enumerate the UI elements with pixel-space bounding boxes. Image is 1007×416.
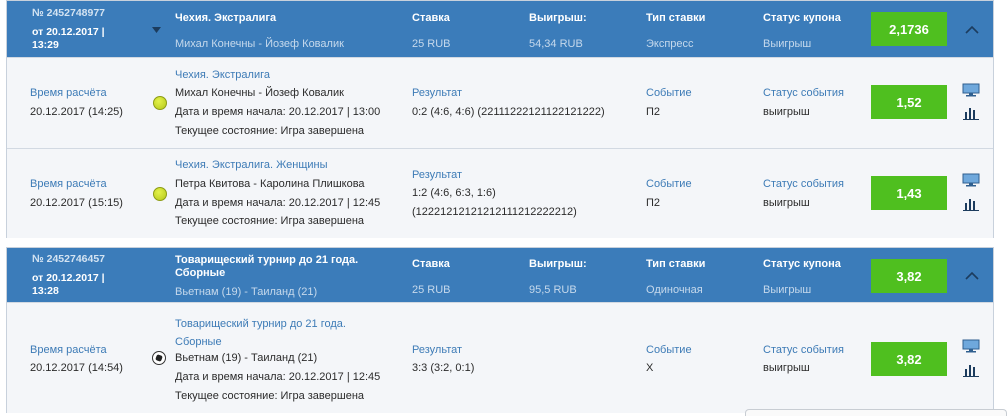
- bottom-panel-edge: [745, 409, 1007, 416]
- event-state: Текущее состояние: Игра завершена: [175, 215, 365, 227]
- monitor-icon[interactable]: [962, 173, 980, 187]
- event-label: Событие: [646, 87, 692, 99]
- caret-down-icon[interactable]: [152, 27, 161, 33]
- winnings-value: 54,34 RUB: [529, 38, 583, 50]
- event-state: Текущее состояние: Игра завершена: [175, 125, 365, 137]
- event-label: Событие: [646, 178, 692, 190]
- event-odds: 3,82: [871, 342, 947, 376]
- result-score: 1:2 (4:6, 6:3, 1:6): [412, 187, 496, 199]
- event-start-time: Дата и время начала: 20.12.2017 | 12:45: [175, 371, 381, 383]
- coupon-card: № 2452748977 от 20.12.2017 | 13:29 Чехия…: [6, 0, 994, 238]
- event-row: Время расчёта 20.12.2017 (15:15) Чехия. …: [7, 148, 993, 238]
- coupon-status-value: Выигрыш: [763, 38, 812, 50]
- statistics-icon[interactable]: [963, 363, 979, 377]
- statistics-icon[interactable]: [963, 106, 979, 120]
- event-status-label: Статус события: [763, 344, 844, 356]
- event-odds: 1,43: [871, 176, 947, 210]
- event-league[interactable]: Чехия. Экстралига: [175, 69, 270, 81]
- bet-type-value: Экспресс: [646, 38, 694, 50]
- collapse-button[interactable]: [953, 256, 991, 294]
- stake-value: 25 RUB: [412, 38, 451, 50]
- event-state: Текущее состояние: Игра завершена: [175, 390, 365, 402]
- coupon-number: № 2452748977: [32, 7, 106, 19]
- bet-type-label: Тип ставки: [646, 258, 706, 270]
- winnings-value: 95,5 RUB: [529, 284, 577, 296]
- bet-type-label: Тип ставки: [646, 12, 706, 24]
- event-status-value: выигрыш: [763, 106, 810, 118]
- result-score-detail: (12221212121212111212222212): [412, 206, 577, 218]
- event-label: Событие: [646, 344, 692, 356]
- chevron-up-icon: [965, 271, 979, 280]
- calc-time-value: 20.12.2017 (14:25): [30, 106, 123, 118]
- event-outcome: Х: [646, 362, 654, 374]
- winnings-label: Выигрыш:: [529, 12, 587, 24]
- coupon-odds: 2,1736: [871, 12, 947, 46]
- event-outcome: П2: [646, 106, 661, 118]
- result-label: Результат: [412, 87, 463, 99]
- event-status-label: Статус события: [763, 178, 844, 190]
- event-start-time: Дата и время начала: 20.12.2017 | 12:45: [175, 197, 381, 209]
- chevron-up-icon: [965, 25, 979, 34]
- coupon-date: от 20.12.2017 | 13:29: [32, 26, 105, 51]
- event-odds: 1,52: [871, 85, 947, 119]
- calc-time-label: Время расчёта: [30, 87, 107, 99]
- result-label: Результат: [412, 344, 463, 356]
- coupon-subtitle: Вьетнам (19) - Таиланд (21): [175, 286, 318, 298]
- coupon-status-label: Статус купона: [763, 258, 841, 270]
- event-row: Время расчёта 20.12.2017 (14:25) Чехия. …: [7, 57, 993, 148]
- event-outcome: П2: [646, 197, 661, 209]
- event-match: Петра Квитова - Каролина Плишкова: [175, 178, 365, 190]
- coupon-card: № 2452746457 от 20.12.2017 | 13:28 Товар…: [6, 247, 994, 413]
- tennis-ball-icon: [153, 187, 167, 201]
- stake-label: Ставка: [412, 258, 450, 270]
- stake-label: Ставка: [412, 12, 450, 24]
- winnings-label: Выигрыш:: [529, 258, 587, 270]
- coupon-date: от 20.12.2017 | 13:28: [32, 272, 105, 297]
- monitor-icon[interactable]: [962, 339, 980, 353]
- bet-type-value: Одиночная: [646, 284, 703, 296]
- collapse-button[interactable]: [953, 10, 991, 48]
- coupon-status-value: Выигрыш: [763, 284, 812, 296]
- coupon-number: № 2452746457: [32, 253, 106, 265]
- stake-value: 25 RUB: [412, 284, 451, 296]
- event-match: Вьетнам (19) - Таиланд (21): [175, 352, 318, 364]
- event-match: Михал Конечны - Йозеф Ковалик: [175, 87, 344, 99]
- event-status-label: Статус события: [763, 87, 844, 99]
- coupon-title: Товарищеский турнир до 21 года. Сборные: [175, 254, 359, 279]
- calc-time-value: 20.12.2017 (14:54): [30, 362, 123, 374]
- coupon-header[interactable]: № 2452748977 от 20.12.2017 | 13:29 Чехия…: [7, 1, 993, 57]
- event-status-value: выигрыш: [763, 362, 810, 374]
- coupon-status-label: Статус купона: [763, 12, 841, 24]
- coupon-title: Чехия. Экстралига: [175, 12, 277, 24]
- event-start-time: Дата и время начала: 20.12.2017 | 13:00: [175, 106, 381, 118]
- monitor-icon[interactable]: [962, 83, 980, 97]
- coupon-subtitle: Михал Конечны - Йозеф Ковалик: [175, 38, 344, 50]
- tennis-ball-icon: [153, 96, 167, 110]
- calc-time-label: Время расчёта: [30, 344, 107, 356]
- result-score: 0:2 (4:6, 4:6) (22111222121122121222): [412, 106, 605, 118]
- event-row: Время расчёта 20.12.2017 (14:54) Товарищ…: [7, 302, 993, 413]
- calc-time-label: Время расчёта: [30, 178, 107, 190]
- calc-time-value: 20.12.2017 (15:15): [30, 197, 123, 209]
- event-league[interactable]: Товарищеский турнир до 21 года. Сборные: [175, 315, 390, 351]
- soccer-ball-icon: [152, 351, 166, 365]
- event-status-value: выигрыш: [763, 197, 810, 209]
- event-league[interactable]: Чехия. Экстралига. Женщины: [175, 159, 328, 171]
- coupon-odds: 3,82: [871, 259, 947, 293]
- statistics-icon[interactable]: [963, 197, 979, 211]
- coupon-header[interactable]: № 2452746457 от 20.12.2017 | 13:28 Товар…: [7, 248, 993, 302]
- result-label: Результат: [412, 169, 463, 181]
- result-score: 3:3 (3:2, 0:1): [412, 362, 475, 374]
